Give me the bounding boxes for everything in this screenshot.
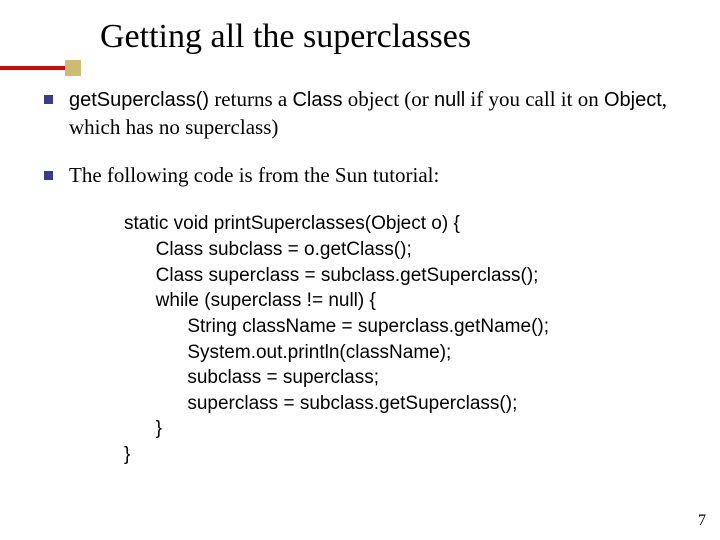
text-span: returns a (209, 87, 292, 111)
text-span: if you call it on (465, 87, 604, 111)
bullet-marker-icon (44, 171, 53, 180)
code-inline: Object (604, 89, 662, 111)
title-accent-box (65, 60, 81, 76)
bullet-1: getSuperclass() returns a Class object (… (44, 86, 686, 140)
bullet-2-text: The following code is from the Sun tutor… (69, 162, 686, 189)
slide-title: Getting all the superclasses (100, 18, 720, 56)
code-inline: getSuperclass() (69, 89, 209, 111)
slide-body: getSuperclass() returns a Class object (… (0, 66, 720, 468)
code-inline: null (434, 89, 465, 111)
title-area: Getting all the superclasses (0, 0, 720, 66)
bullet-2: The following code is from the Sun tutor… (44, 162, 686, 189)
slide: Getting all the superclasses getSupercla… (0, 0, 720, 540)
bullet-marker-icon (44, 95, 53, 104)
code-inline: Class (292, 89, 342, 111)
bullet-1-text: getSuperclass() returns a Class object (… (69, 86, 686, 140)
page-number: 7 (698, 512, 706, 530)
title-accent-line (0, 66, 65, 70)
code-block: static void printSuperclasses(Object o) … (124, 211, 686, 467)
text-span: object (or (342, 87, 434, 111)
